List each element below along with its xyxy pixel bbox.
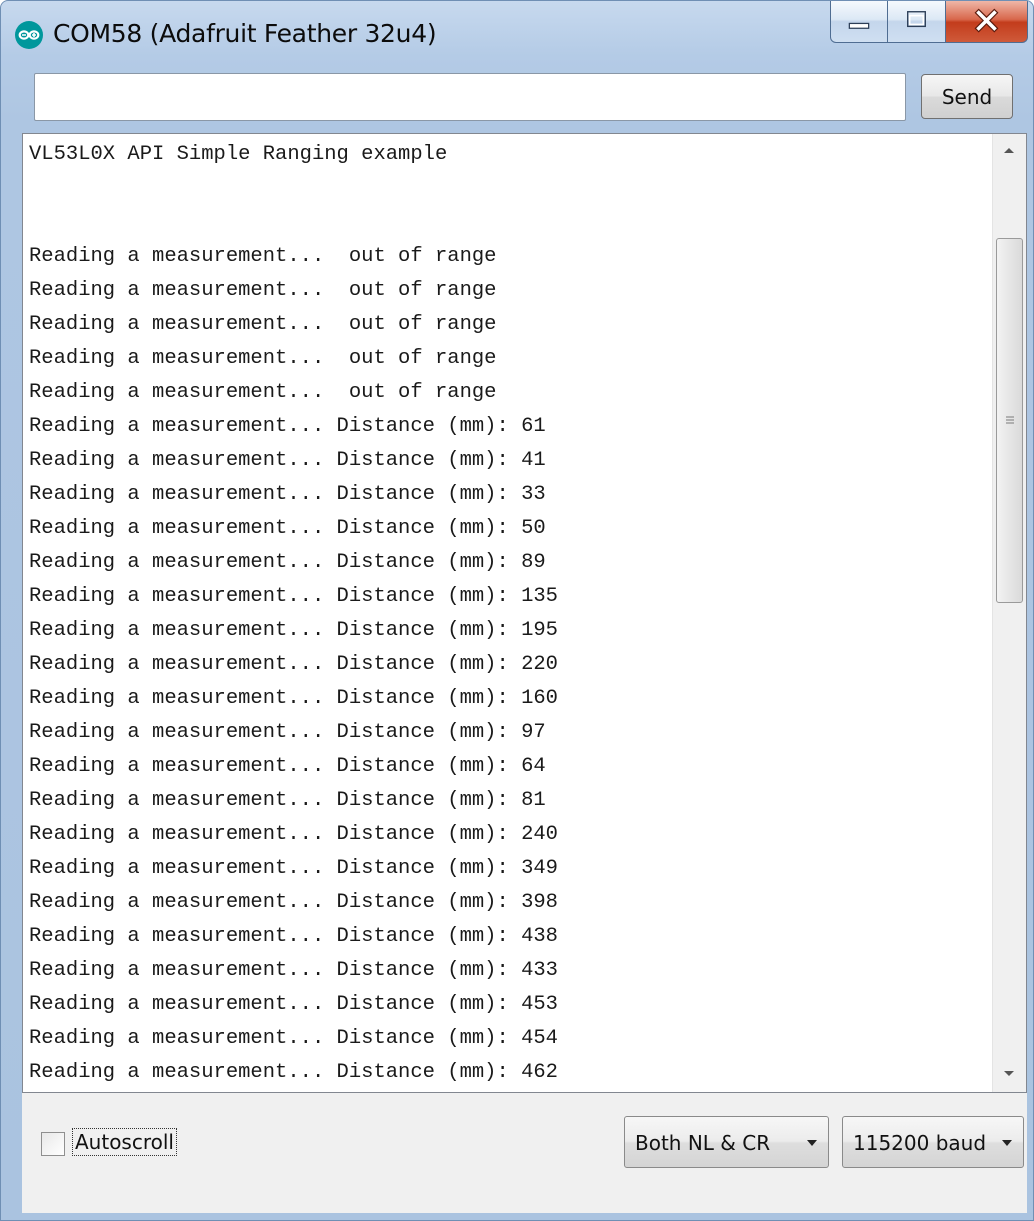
maximize-button[interactable] <box>888 1 946 43</box>
output-line: Reading a measurement... Distance (mm): … <box>29 755 546 778</box>
maximize-icon <box>907 11 926 28</box>
output-line: Reading a measurement... Distance (mm): … <box>29 585 558 608</box>
close-button[interactable] <box>946 1 1028 43</box>
output-line: Reading a measurement... Distance (mm): … <box>29 857 558 880</box>
scroll-up-button[interactable] <box>993 134 1026 168</box>
output-line: Reading a measurement... Distance (mm): … <box>29 551 546 574</box>
output-line: Reading a measurement... out of range <box>29 381 497 404</box>
autoscroll-label[interactable]: Autoscroll <box>72 1128 177 1156</box>
output-line: Reading a measurement... Distance (mm): … <box>29 993 558 1016</box>
output-line: Reading a measurement... Distance (mm): … <box>29 517 546 540</box>
title-bar[interactable]: COM58 (Adafruit Feather 32u4) <box>1 1 1033 65</box>
arduino-logo-icon <box>15 21 43 49</box>
output-line: Reading a measurement... Distance (mm): … <box>29 891 558 914</box>
output-line: VL53L0X API Simple Ranging example <box>29 143 448 166</box>
minimize-button[interactable] <box>830 1 888 43</box>
serial-monitor-window: COM58 (Adafruit Feather 32u4) Send VL53L… <box>0 0 1034 1221</box>
output-line: Reading a measurement... out of range <box>29 245 497 268</box>
send-bar: Send <box>15 65 1020 131</box>
output-line: Reading a measurement... Distance (mm): … <box>29 1027 558 1050</box>
line-ending-value: Both NL & CR <box>635 1131 771 1155</box>
output-line: Reading a measurement... Distance (mm): … <box>29 483 546 506</box>
close-icon <box>974 8 999 33</box>
output-line: Reading a measurement... Distance (mm): … <box>29 823 558 846</box>
output-line: Reading a measurement... Distance (mm): … <box>29 449 546 472</box>
output-line: Reading a measurement... Distance (mm): … <box>29 721 546 744</box>
output-line: Reading a measurement... Distance (mm): … <box>29 1061 558 1084</box>
status-bar: Autoscroll Both NL & CR 115200 baud <box>22 1093 1027 1213</box>
chevron-down-icon <box>1004 1071 1014 1076</box>
output-line: Reading a measurement... out of range <box>29 313 497 336</box>
scroll-down-button[interactable] <box>993 1058 1026 1092</box>
baud-rate-dropdown[interactable]: 115200 baud <box>842 1116 1024 1168</box>
output-line: Reading a measurement... Distance (mm): … <box>29 653 558 676</box>
serial-output-panel[interactable]: VL53L0X API Simple Ranging example Readin… <box>22 133 1027 1093</box>
output-line: Reading a measurement... out of range <box>29 347 497 370</box>
send-button[interactable]: Send <box>921 74 1013 119</box>
chevron-down-icon <box>807 1140 817 1146</box>
output-line: Reading a measurement... Distance (mm): … <box>29 925 558 948</box>
output-line: Reading a measurement... Distance (mm): … <box>29 1090 991 1092</box>
baud-rate-value: 115200 baud <box>853 1131 987 1155</box>
autoscroll-checkbox[interactable] <box>41 1132 65 1156</box>
vertical-scrollbar[interactable] <box>992 134 1026 1092</box>
output-line: Reading a measurement... Distance (mm): … <box>29 789 546 812</box>
line-ending-dropdown[interactable]: Both NL & CR <box>624 1116 829 1168</box>
scroll-grip-icon <box>1006 416 1014 424</box>
output-line: Reading a measurement... Distance (mm): … <box>29 687 558 710</box>
scroll-thumb[interactable] <box>996 238 1023 603</box>
output-line: Reading a measurement... Distance (mm): … <box>29 619 558 642</box>
output-line: Reading a measurement... Distance (mm): … <box>29 959 558 982</box>
chevron-down-icon <box>1002 1140 1012 1146</box>
minimize-icon <box>848 22 870 29</box>
output-line: Reading a measurement... Distance (mm): … <box>29 415 546 438</box>
serial-output-text: VL53L0X API Simple Ranging example Readin… <box>23 134 991 1092</box>
serial-input-field[interactable] <box>34 73 906 121</box>
output-line: Reading a measurement... out of range <box>29 279 497 302</box>
chevron-up-icon <box>1004 148 1014 153</box>
window-title: COM58 (Adafruit Feather 32u4) <box>53 19 437 48</box>
